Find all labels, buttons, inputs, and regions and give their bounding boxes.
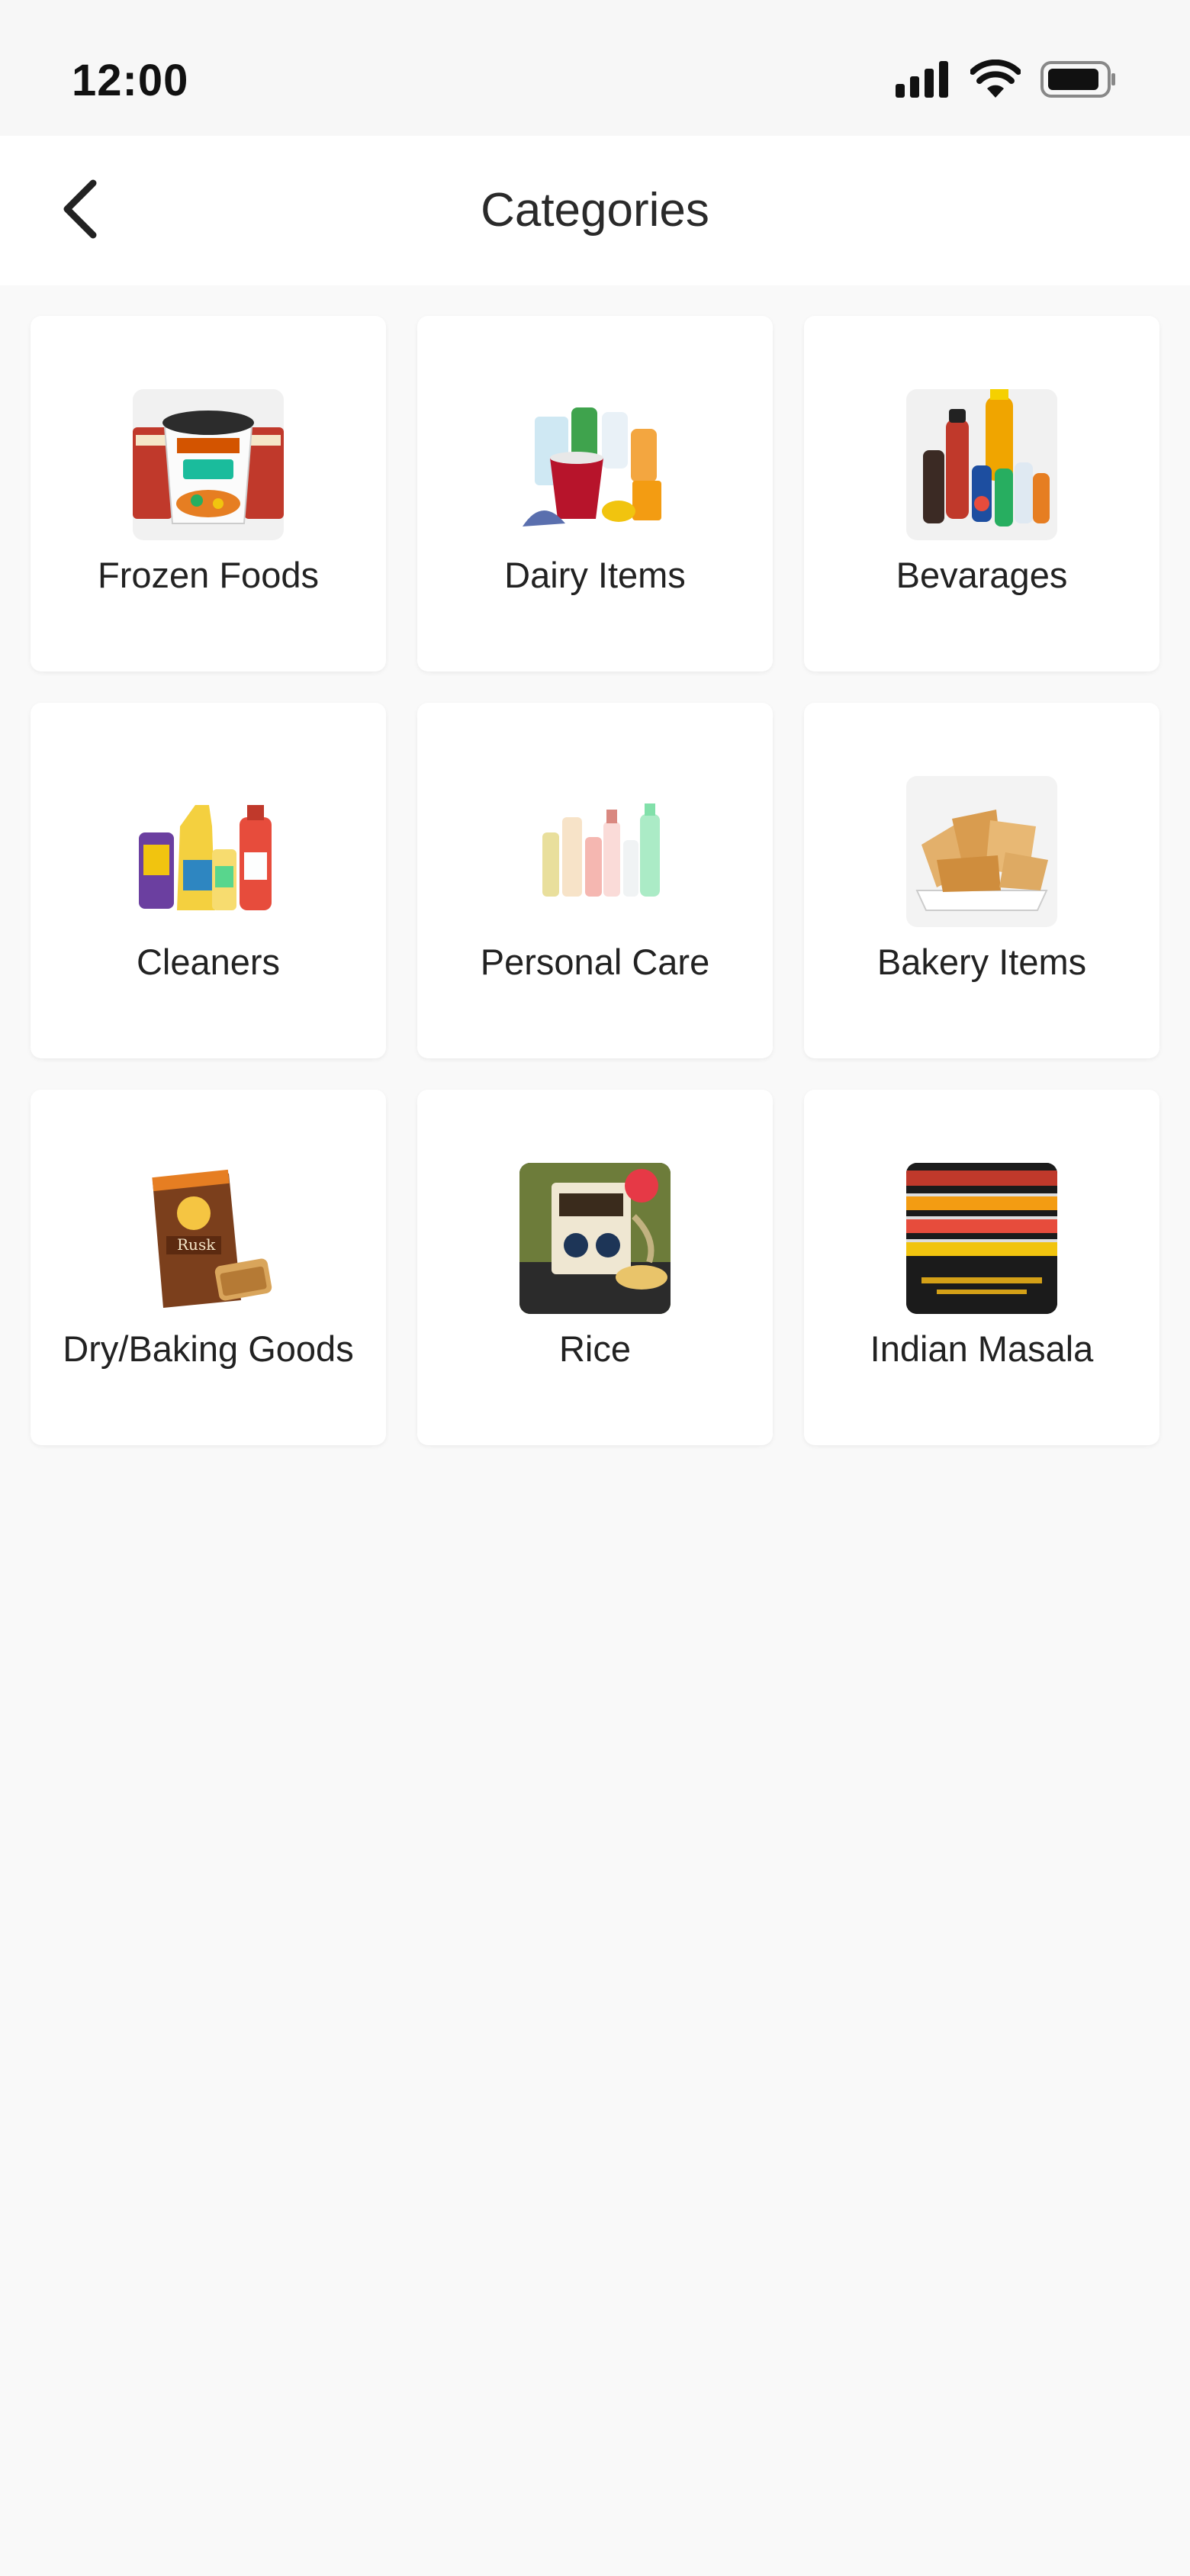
status-bar: 12:00 bbox=[0, 0, 1190, 136]
beverages-image bbox=[906, 389, 1057, 540]
wifi-icon bbox=[970, 59, 1021, 101]
category-label: Bevarages bbox=[896, 555, 1068, 595]
battery-icon bbox=[1040, 61, 1117, 101]
category-label: Frozen Foods bbox=[98, 555, 319, 595]
category-label: Dry/Baking Goods bbox=[63, 1328, 354, 1369]
category-label: Rice bbox=[558, 1328, 632, 1369]
category-card-dairy-items[interactable]: Dairy Items bbox=[417, 316, 773, 671]
signal-icon bbox=[896, 61, 950, 101]
svg-text:Rusk: Rusk bbox=[177, 1235, 216, 1254]
category-card-personal-care[interactable]: Personal Care bbox=[417, 703, 773, 1058]
category-label: Indian Masala bbox=[870, 1328, 1094, 1369]
cleaners-image bbox=[133, 776, 284, 927]
category-card-beverages[interactable]: Bevarages bbox=[804, 316, 1159, 671]
category-card-rice[interactable]: Rice bbox=[417, 1090, 773, 1445]
status-icons bbox=[896, 59, 1117, 101]
status-time: 12:00 bbox=[72, 56, 189, 105]
rice-image bbox=[519, 1163, 671, 1314]
category-label: Personal Care bbox=[480, 942, 710, 982]
dairy-items-image bbox=[519, 389, 671, 540]
frozen-foods-image bbox=[133, 389, 284, 540]
category-label: Cleaners bbox=[136, 942, 281, 982]
category-card-cleaners[interactable]: Cleaners bbox=[31, 703, 386, 1058]
category-label: Dairy Items bbox=[504, 555, 686, 595]
app-header: Categories bbox=[0, 136, 1190, 285]
bakery-items-image bbox=[906, 776, 1057, 927]
indian-masala-image bbox=[906, 1163, 1057, 1314]
category-label: Bakery Items bbox=[876, 942, 1087, 982]
category-card-dry-baking-goods[interactable]: Rusk Dry/Baking Goods bbox=[31, 1090, 386, 1445]
category-card-frozen-foods[interactable]: Frozen Foods bbox=[31, 316, 386, 671]
category-card-indian-masala[interactable]: Indian Masala bbox=[804, 1090, 1159, 1445]
page-title: Categories bbox=[481, 184, 709, 237]
category-grid: Frozen Foods Dairy Items Bevarages Clean… bbox=[31, 316, 1159, 1445]
dry-baking-goods-image: Rusk bbox=[133, 1163, 284, 1314]
category-card-bakery-items[interactable]: Bakery Items bbox=[804, 703, 1159, 1058]
personal-care-image bbox=[519, 776, 671, 927]
